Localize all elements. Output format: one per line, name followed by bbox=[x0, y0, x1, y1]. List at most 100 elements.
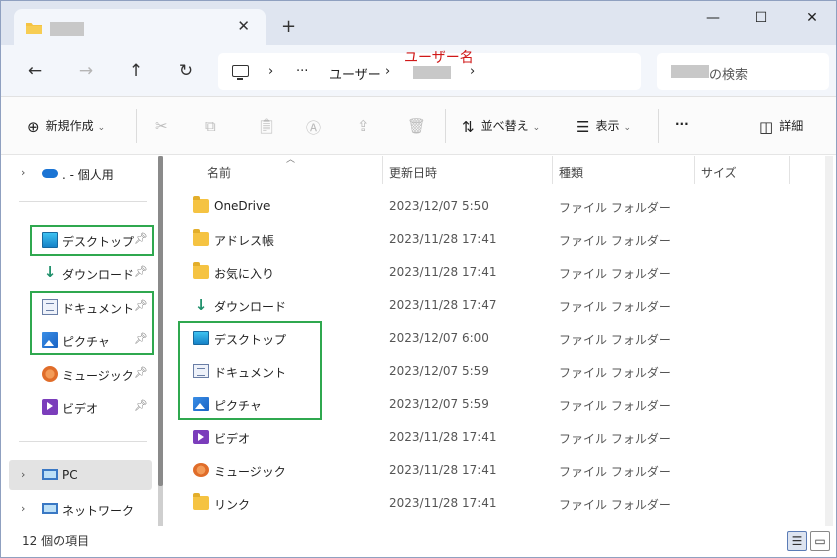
file-name: ビデオ bbox=[214, 432, 251, 446]
pin-icon[interactable]: 📌︎ bbox=[134, 265, 148, 278]
redacted-user-name[interactable] bbox=[413, 66, 451, 79]
back-button[interactable]: ← bbox=[23, 61, 47, 81]
rename-icon: Ⓐ bbox=[306, 119, 322, 137]
title-bar: ✕ + — ☐ ✕ bbox=[1, 1, 836, 45]
column-header-date[interactable]: 更新日時 bbox=[389, 164, 437, 181]
download-icon: ↓ bbox=[194, 296, 208, 314]
nav-item-music[interactable]: ミュージック 📌︎ bbox=[9, 359, 152, 389]
navigation-scrollbar[interactable] bbox=[158, 156, 163, 526]
column-header-size[interactable]: サイズ bbox=[701, 164, 737, 181]
new-tab-button[interactable]: + bbox=[281, 16, 296, 37]
file-type: ファイル フォルダー bbox=[559, 201, 671, 215]
column-divider[interactable] bbox=[382, 156, 383, 184]
music-icon bbox=[193, 463, 209, 477]
pin-icon[interactable]: 📌︎ bbox=[134, 366, 148, 379]
chevron-right-icon: › bbox=[21, 166, 26, 179]
file-name: OneDrive bbox=[214, 199, 271, 213]
file-row[interactable]: ビデオ 2023/11/28 17:41 ファイル フォルダー bbox=[171, 421, 811, 454]
tab-close-icon[interactable]: ✕ bbox=[237, 17, 250, 35]
download-icon: ↓ bbox=[43, 263, 57, 281]
chevron-right-icon: › bbox=[21, 468, 26, 481]
new-button[interactable]: ⊕ 新規作成 ⌄ bbox=[27, 117, 105, 136]
file-date: 2023/11/28 17:47 bbox=[389, 298, 497, 312]
chevron-down-icon: ⌄ bbox=[97, 123, 106, 133]
search-box[interactable]: の検索 bbox=[657, 53, 829, 90]
folder-icon bbox=[193, 196, 209, 213]
cut-button[interactable]: ✂ bbox=[155, 117, 174, 135]
new-label: 新規作成 bbox=[45, 119, 94, 133]
breadcrumb-separator[interactable]: › bbox=[268, 64, 273, 79]
file-row[interactable]: お気に入り 2023/11/28 17:41 ファイル フォルダー bbox=[171, 256, 811, 289]
minimize-button[interactable]: — bbox=[698, 10, 728, 26]
file-date: 2023/12/07 5:50 bbox=[389, 199, 489, 213]
videos-icon bbox=[193, 430, 209, 444]
nav-item-label: ダウンロード bbox=[62, 268, 135, 282]
forward-button[interactable]: → bbox=[74, 61, 98, 81]
sort-button[interactable]: ⇅ 並べ替え ⌄ bbox=[462, 117, 540, 136]
file-row[interactable]: リンク 2023/11/28 17:41 ファイル フォルダー bbox=[171, 487, 811, 520]
file-date: 2023/12/07 5:59 bbox=[389, 397, 489, 411]
file-name: リンク bbox=[214, 498, 251, 512]
refresh-button[interactable]: ↻ bbox=[174, 61, 198, 81]
breadcrumb-separator[interactable]: › bbox=[385, 64, 390, 79]
divider bbox=[19, 441, 147, 442]
divider bbox=[658, 109, 659, 143]
column-divider[interactable] bbox=[552, 156, 553, 184]
close-button[interactable]: ✕ bbox=[797, 10, 827, 26]
videos-icon bbox=[42, 399, 58, 415]
column-header-name[interactable]: 名前 bbox=[207, 164, 231, 181]
folder-icon bbox=[193, 262, 209, 279]
network-icon bbox=[42, 503, 58, 514]
large-icons-view-icon[interactable]: ▭ bbox=[810, 531, 830, 551]
sort-label: 並べ替え bbox=[480, 119, 529, 133]
file-date: 2023/11/28 17:41 bbox=[389, 232, 497, 246]
search-placeholder: の検索 bbox=[709, 68, 749, 83]
nav-item-label: ネットワーク bbox=[62, 504, 135, 518]
breadcrumb-overflow[interactable]: ··· bbox=[296, 64, 308, 79]
sort-icon: ⇅ bbox=[462, 117, 475, 136]
up-button[interactable]: ↑ bbox=[124, 61, 148, 81]
nav-item-label: . - 個人用 bbox=[62, 168, 114, 182]
file-row[interactable]: ミュージック 2023/11/28 17:41 ファイル フォルダー bbox=[171, 454, 811, 487]
column-divider[interactable] bbox=[789, 156, 790, 184]
copy-button[interactable]: ⧉ bbox=[205, 117, 222, 135]
file-type: ファイル フォルダー bbox=[559, 366, 671, 380]
view-button[interactable]: ☰ 表示 ⌄ bbox=[576, 117, 631, 136]
delete-button[interactable]: 🗑︎ bbox=[407, 117, 432, 135]
nav-item-videos[interactable]: ビデオ 📌︎ bbox=[9, 392, 152, 422]
highlight-box-files bbox=[178, 321, 322, 420]
rename-button[interactable]: Ⓐ bbox=[306, 117, 327, 138]
column-header-type[interactable]: 種類 bbox=[559, 164, 583, 181]
details-view-icon[interactable]: ☰ bbox=[787, 531, 807, 551]
redacted-search-scope bbox=[671, 65, 709, 78]
sort-ascending-icon: ︿ bbox=[286, 155, 296, 165]
trash-icon: 🗑︎ bbox=[407, 117, 427, 135]
paste-button[interactable]: 📋︎ bbox=[257, 117, 282, 135]
file-row[interactable]: OneDrive 2023/12/07 5:50 ファイル フォルダー bbox=[171, 190, 811, 223]
nav-item-onedrive[interactable]: › . - 個人用 bbox=[9, 158, 152, 188]
file-type: ファイル フォルダー bbox=[559, 267, 671, 281]
nav-item-pc[interactable]: › PC bbox=[9, 460, 152, 490]
more-options-button[interactable]: ··· bbox=[675, 117, 689, 131]
breadcrumb-users[interactable]: ユーザー bbox=[329, 64, 381, 83]
file-type: ファイル フォルダー bbox=[559, 498, 671, 512]
file-row[interactable]: ↓ ダウンロード 2023/11/28 17:47 ファイル フォルダー bbox=[171, 289, 811, 322]
share-button[interactable]: ⇪ bbox=[357, 117, 376, 135]
share-icon: ⇪ bbox=[357, 117, 370, 135]
maximize-button[interactable]: ☐ bbox=[746, 10, 776, 26]
column-divider[interactable] bbox=[694, 156, 695, 184]
view-list-icon: ☰ bbox=[576, 117, 590, 136]
pin-icon[interactable]: 📌︎ bbox=[134, 399, 148, 412]
file-date: 2023/11/28 17:41 bbox=[389, 430, 497, 444]
details-button[interactable]: ◫ 詳細 bbox=[759, 117, 803, 136]
file-list-scrollbar[interactable] bbox=[825, 156, 833, 526]
file-row[interactable]: アドレス帳 2023/11/28 17:41 ファイル フォルダー bbox=[171, 223, 811, 256]
chevron-down-icon: ⌄ bbox=[532, 123, 541, 133]
nav-item-network[interactable]: › ネットワーク bbox=[9, 494, 152, 524]
details-label: 詳細 bbox=[779, 119, 804, 133]
item-count: 12 個の項目 bbox=[22, 534, 90, 548]
scrollbar-thumb[interactable] bbox=[158, 156, 163, 486]
nav-item-downloads[interactable]: ↓ ダウンロード 📌︎ bbox=[9, 258, 152, 288]
tab-current-folder[interactable]: ✕ bbox=[14, 9, 266, 45]
file-type: ファイル フォルダー bbox=[559, 465, 671, 479]
